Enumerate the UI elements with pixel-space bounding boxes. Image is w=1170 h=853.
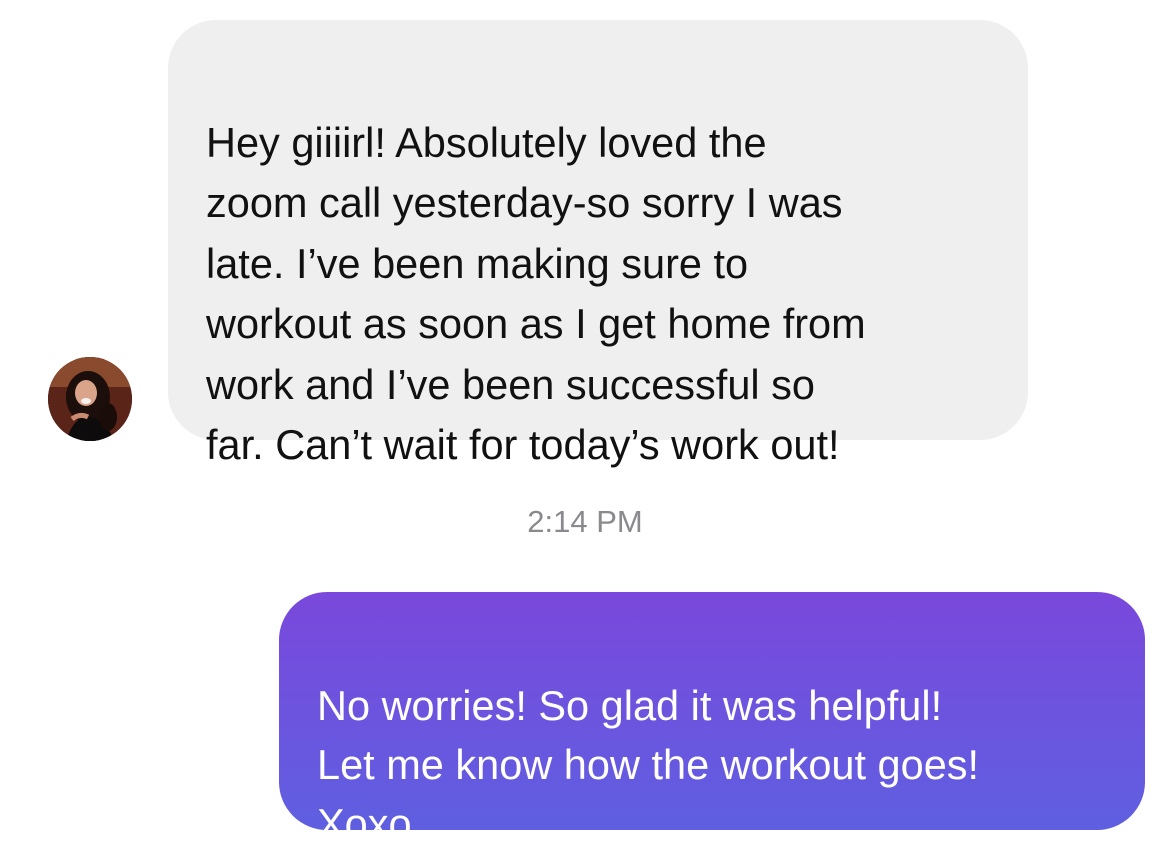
contact-avatar[interactable]	[48, 357, 132, 441]
outgoing-message-bubble[interactable]: No worries! So glad it was helpful! Let …	[279, 592, 1145, 847]
incoming-message-text: Hey giiiirl! Absolutely loved the zoom c…	[206, 118, 866, 469]
message-timestamp: 2:14 PM	[527, 504, 643, 539]
outgoing-message-text: No worries! So glad it was helpful! Let …	[317, 682, 980, 847]
contact-avatar-photo-icon	[48, 357, 132, 441]
incoming-message-bubble[interactable]: Hey giiiirl! Absolutely loved the zoom c…	[168, 20, 1028, 468]
